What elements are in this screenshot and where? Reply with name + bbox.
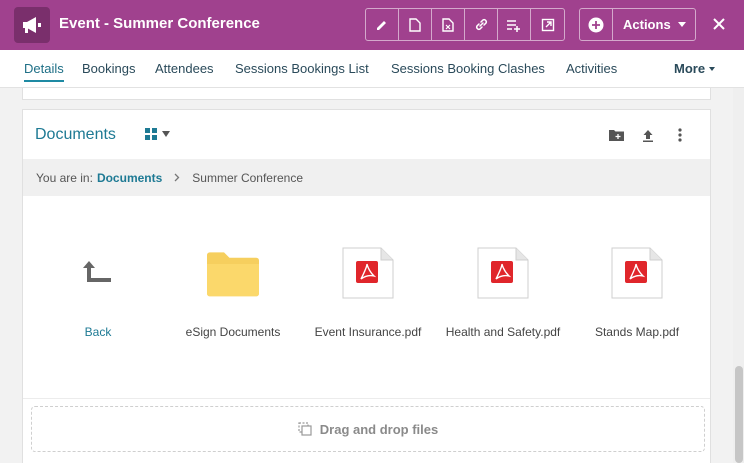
file-label: Back <box>84 325 112 339</box>
documents-panel: Documents You are in: Documents Summer C… <box>22 109 711 463</box>
divider <box>23 398 710 399</box>
dropzone-label: Drag and drop files <box>319 421 439 437</box>
scrollbar[interactable] <box>733 88 744 463</box>
folder-icon <box>207 245 259 301</box>
grid-view-icon <box>145 128 157 140</box>
more-label: More <box>674 61 706 76</box>
file-label: eSign Documents <box>185 325 281 339</box>
pdf-icon <box>477 245 529 301</box>
playlist-add-icon <box>507 19 520 32</box>
documents-title: Documents <box>35 126 116 143</box>
actions-group: Actions <box>579 8 696 41</box>
new-folder-icon <box>608 130 624 141</box>
pencil-icon <box>377 20 386 30</box>
document-x-button[interactable] <box>432 9 465 40</box>
playlist-add-button[interactable] <box>498 9 531 40</box>
caret-down-icon <box>678 21 686 27</box>
file-label: Stands Map.pdf <box>594 325 680 339</box>
tab-more[interactable]: More <box>674 61 716 76</box>
breadcrumb-prefix: You are in: <box>36 170 93 185</box>
drop-files-icon <box>298 422 312 436</box>
chevron-right-icon <box>174 173 180 182</box>
file-item-health-and-safety[interactable]: Health and Safety.pdf <box>438 245 568 345</box>
tab-sessions-booking-clashes[interactable]: Sessions Booking Clashes <box>391 61 545 76</box>
file-dropzone[interactable]: Drag and drop files <box>31 406 705 452</box>
document-button[interactable] <box>399 9 432 40</box>
more-options-button[interactable] <box>671 126 689 144</box>
documents-toolbar <box>607 126 689 144</box>
close-button[interactable] <box>708 13 730 35</box>
file-item-stands-map[interactable]: Stands Map.pdf <box>572 245 702 345</box>
file-label: Event Insurance.pdf <box>314 325 422 339</box>
document-x-icon <box>442 17 454 32</box>
breadcrumb-current: Summer Conference <box>192 170 303 185</box>
caret-down-icon <box>709 66 716 71</box>
link-button[interactable] <box>465 9 498 40</box>
toolbar <box>365 8 565 41</box>
tab-sessions-bookings-list[interactable]: Sessions Bookings List <box>235 61 369 76</box>
link-icon <box>475 18 487 31</box>
view-toggle[interactable] <box>145 128 170 140</box>
tab-bookings[interactable]: Bookings <box>82 61 135 76</box>
tab-attendees[interactable]: Attendees <box>155 61 214 76</box>
app-header: Event - Summer Conference Actions <box>0 0 744 50</box>
scrollbar-thumb[interactable] <box>735 366 743 463</box>
edit-button[interactable] <box>366 9 399 40</box>
back-item[interactable]: Back <box>33 245 163 345</box>
tab-bar: Details Bookings Attendees Sessions Book… <box>0 50 744 88</box>
breadcrumb-root-link[interactable]: Documents <box>97 171 162 185</box>
add-button[interactable] <box>580 9 613 40</box>
file-item-event-insurance[interactable]: Event Insurance.pdf <box>303 245 433 345</box>
caret-down-icon <box>162 131 170 137</box>
pdf-icon <box>342 245 394 301</box>
folder-item-esign[interactable]: eSign Documents <box>168 245 298 345</box>
document-icon <box>409 17 421 32</box>
file-label: Health and Safety.pdf <box>445 325 561 339</box>
upload-button[interactable] <box>639 126 657 144</box>
breadcrumb: You are in: Documents Summer Conference <box>23 159 710 196</box>
plus-circle-icon <box>588 17 604 32</box>
open-external-icon <box>541 18 554 31</box>
actions-dropdown[interactable]: Actions <box>613 9 695 40</box>
new-folder-button[interactable] <box>607 126 625 144</box>
upload-icon <box>643 129 653 142</box>
kebab-menu-icon <box>678 128 682 142</box>
tab-details[interactable]: Details <box>24 61 64 82</box>
open-external-button[interactable] <box>531 9 564 40</box>
pdf-icon <box>611 245 663 301</box>
megaphone-icon[interactable] <box>14 7 50 43</box>
back-arrow-icon <box>72 245 124 301</box>
close-icon <box>713 18 725 30</box>
page-title: Event - Summer Conference <box>59 15 260 32</box>
tab-activities[interactable]: Activities <box>566 61 617 76</box>
actions-label: Actions <box>623 17 671 32</box>
previous-card <box>22 88 711 100</box>
